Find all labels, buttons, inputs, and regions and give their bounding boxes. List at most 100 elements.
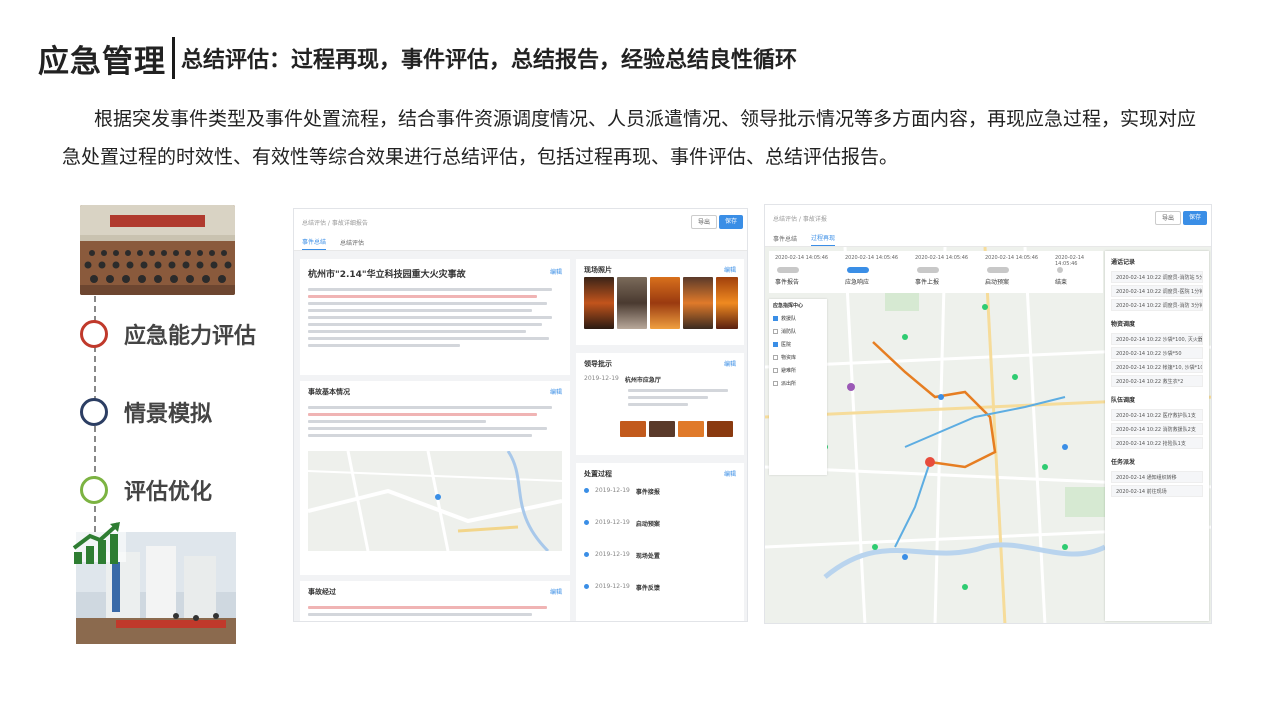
basic-info-text bbox=[300, 400, 570, 443]
panel-section-title: 通话记录 bbox=[1111, 259, 1136, 266]
stage-marker[interactable] bbox=[1057, 267, 1063, 273]
stage-time: 2020-02-14 14:05:46 bbox=[775, 255, 829, 261]
layer-toggle[interactable]: 物资库 bbox=[769, 351, 827, 364]
edit-link[interactable]: 编辑 bbox=[724, 265, 736, 275]
log-row[interactable]: 2020-02-14 10:22 医疗救护队1支 bbox=[1111, 409, 1203, 421]
event-overview-card: 杭州市"2.14"华立科技园重大火灾事故 编辑 bbox=[300, 259, 570, 375]
red-ring-icon bbox=[80, 320, 108, 348]
stage-marker-active[interactable] bbox=[847, 267, 869, 273]
tab-process-replay[interactable]: 过程再现 bbox=[811, 233, 836, 246]
tab-bar: 事件总结 过程再现 bbox=[765, 231, 1211, 247]
handling-entry: 2019-12-19 启动预案 bbox=[584, 519, 660, 528]
section-title: 现场照片 bbox=[584, 266, 612, 274]
dispatch-log-panel: 通话记录 2020-02-14 10:22 调度员-消防站 5分钟 2020-0… bbox=[1105, 251, 1209, 621]
handling-card: 处置过程 编辑 2019-12-19 事件接报 2019-12-19 启动预案 201… bbox=[576, 463, 744, 621]
log-row[interactable]: 2020-02-14 通知组织转移 bbox=[1111, 471, 1203, 483]
handling-time: 2019-12-19 bbox=[595, 519, 630, 526]
log-row[interactable]: 2020-02-14 10:22 沙袋*100, 灭火器*20 bbox=[1111, 333, 1203, 345]
log-row[interactable]: 2020-02-14 10:22 帐篷*10, 沙袋*10 bbox=[1111, 361, 1203, 373]
report-photo[interactable] bbox=[649, 421, 675, 437]
layer-toggle[interactable]: 消防队 bbox=[769, 325, 827, 338]
report-photo[interactable] bbox=[620, 421, 646, 437]
log-row[interactable]: 2020-02-14 10:22 救生衣*2 bbox=[1111, 375, 1203, 387]
handling-title: 事件接报 bbox=[635, 489, 660, 496]
event-description bbox=[300, 282, 570, 353]
handling-entry: 2019-12-19 事件反馈 bbox=[584, 583, 660, 592]
screenshot-topbar: 总结评估 / 事故详报 导出 保存 bbox=[765, 205, 1211, 231]
export-button[interactable]: 导出 bbox=[1154, 211, 1181, 225]
navy-ring-icon bbox=[80, 398, 108, 426]
layer-panel-title: 应急指挥中心 bbox=[773, 303, 804, 309]
log-row[interactable]: 2020-02-14 前往现场 bbox=[1111, 485, 1203, 497]
stage-marker[interactable] bbox=[777, 267, 799, 273]
handling-title: 现场处置 bbox=[635, 553, 660, 560]
panel-section-title: 队伍调度 bbox=[1111, 397, 1136, 404]
edit-link[interactable]: 编辑 bbox=[724, 359, 736, 369]
tab-bar: 事件总结 总结评估 bbox=[294, 235, 747, 251]
handling-entry: 2019-12-19 现场处置 bbox=[584, 551, 660, 560]
replay-timeline[interactable]: 2020-02-14 14:05:46 2020-02-14 14:05:46 … bbox=[769, 251, 1103, 293]
intro-paragraph: 根据突发事件类型及事件处置流程，结合事件资源调度情况、人员派遣情况、领导批示情况… bbox=[62, 108, 1197, 168]
scene-photo[interactable] bbox=[716, 277, 738, 329]
timeline-item-capability: 应急能力评估 bbox=[80, 318, 256, 350]
timeline-item-optimization: 评估优化 bbox=[80, 474, 212, 506]
report-photo[interactable] bbox=[707, 421, 733, 437]
log-row[interactable]: 2020-02-14 10:22 调度员-消防 3分钟 bbox=[1111, 299, 1203, 311]
report-time: 2019-12-19 bbox=[584, 375, 619, 382]
log-row[interactable]: 2020-02-14 10:22 调度员-医院 1分钟 bbox=[1111, 285, 1203, 297]
growth-chart-icon bbox=[72, 522, 124, 566]
stage-name: 应急响应 bbox=[845, 279, 870, 286]
log-row[interactable]: 2020-02-14 10:22 调度员-消防站 5分钟 bbox=[1111, 271, 1203, 283]
page-title: 应急管理 bbox=[38, 43, 166, 80]
scene-photo[interactable] bbox=[617, 277, 647, 329]
breadcrumb[interactable]: 总结评估 / 事故详报 bbox=[773, 214, 827, 223]
save-button[interactable]: 保存 bbox=[1182, 211, 1207, 225]
panel-section-title: 任务派发 bbox=[1111, 459, 1136, 466]
tab-event-summary[interactable]: 事件总结 bbox=[302, 237, 327, 250]
scene-photo[interactable] bbox=[683, 277, 713, 329]
stage-time: 2020-02-14 14:05:46 bbox=[915, 255, 969, 261]
scene-photo[interactable] bbox=[650, 277, 680, 329]
handling-time: 2019-12-19 bbox=[595, 487, 630, 494]
scene-photo[interactable] bbox=[584, 277, 614, 329]
location-map[interactable] bbox=[308, 451, 562, 551]
tab-summary-evaluation[interactable]: 总结评估 bbox=[340, 238, 364, 250]
stage-name: 事件上报 bbox=[915, 279, 940, 286]
layer-toggle[interactable]: 医院 bbox=[769, 338, 827, 351]
breadcrumb[interactable]: 总结评估 / 事故详细报告 bbox=[302, 218, 368, 227]
handling-title: 启动预案 bbox=[635, 521, 660, 528]
log-row[interactable]: 2020-02-14 10:22 消防救援队2支 bbox=[1111, 423, 1203, 435]
process-replay-screenshot: 总结评估 / 事故详报 导出 保存 事件总结 过程再现 2020-02-14 1… bbox=[764, 204, 1212, 624]
stage-time: 2020-02-14 14:05:46 bbox=[845, 255, 899, 261]
report-photo[interactable] bbox=[678, 421, 704, 437]
section-title: 事故基本情况 bbox=[308, 388, 350, 396]
process-card: 事故经过 编辑 bbox=[300, 581, 570, 621]
handling-title: 事件反馈 bbox=[635, 585, 660, 592]
edit-link[interactable]: 编辑 bbox=[550, 267, 562, 280]
export-button[interactable]: 导出 bbox=[690, 215, 717, 229]
timeline-label: 情景模拟 bbox=[124, 402, 213, 427]
timeline-item-simulation: 情景模拟 bbox=[80, 396, 212, 428]
stage-name: 启动预案 bbox=[985, 279, 1010, 286]
edit-link[interactable]: 编辑 bbox=[550, 387, 562, 397]
page-subtitle: 总结评估：过程再现，事件评估，总结报告，经验总结良性循环 bbox=[181, 48, 798, 73]
tab-event-summary[interactable]: 事件总结 bbox=[773, 234, 797, 246]
edit-link[interactable]: 编辑 bbox=[724, 469, 736, 479]
stage-name: 事件报告 bbox=[775, 279, 800, 286]
layer-toggle[interactable]: 避难所 bbox=[769, 364, 827, 377]
section-title: 领导批示 bbox=[584, 360, 612, 368]
edit-link[interactable]: 编辑 bbox=[550, 587, 562, 597]
log-row[interactable]: 2020-02-14 10:22 沙袋*50 bbox=[1111, 347, 1203, 359]
log-row[interactable]: 2020-02-14 10:22 抢险队1支 bbox=[1111, 437, 1203, 449]
save-button[interactable]: 保存 bbox=[718, 215, 743, 229]
layer-toggle[interactable]: 救援队 bbox=[769, 312, 827, 325]
stage-marker[interactable] bbox=[987, 267, 1009, 273]
green-ring-icon bbox=[80, 476, 108, 504]
screenshot-topbar: 总结评估 / 事故详细报告 导出 保存 bbox=[294, 209, 747, 235]
stage-marker[interactable] bbox=[917, 267, 939, 273]
layer-toggle[interactable]: 派出所 bbox=[769, 377, 827, 390]
photos-card: 现场照片 编辑 bbox=[576, 259, 744, 345]
timeline-label: 应急能力评估 bbox=[124, 324, 257, 349]
panel-section-title: 物资调度 bbox=[1111, 321, 1136, 328]
basic-info-card: 事故基本情况 编辑 bbox=[300, 381, 570, 575]
